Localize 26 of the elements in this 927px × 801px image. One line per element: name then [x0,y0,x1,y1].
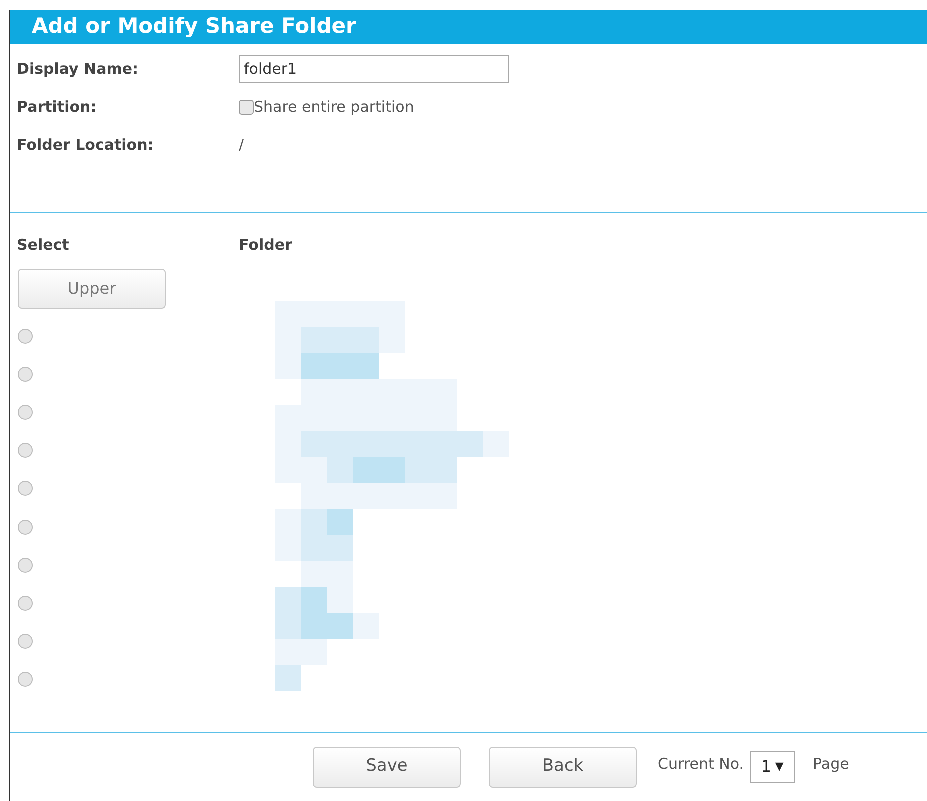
pager-label: Current No. [658,754,744,776]
radio-button[interactable] [18,596,33,611]
action-button[interactable]: Back [489,746,637,788]
field-label: Folder Location: [16,134,155,156]
radio-button[interactable] [18,443,33,458]
column-header: Folder [239,234,292,256]
page-suffix: Page [813,754,850,776]
page-title: Add or Modify Share Folder [32,13,356,40]
display-name-field[interactable]: folder1 [239,55,509,83]
action-button[interactable]: Save [313,746,461,788]
radio-button[interactable] [18,328,33,344]
radio-button[interactable] [18,634,33,650]
radio-button[interactable] [18,366,33,382]
upper-button[interactable]: Upper [18,269,166,309]
radio-button[interactable] [18,672,33,688]
checkbox-label: Share entire partition [254,96,414,118]
radio-button[interactable] [18,520,33,535]
radio-button[interactable] [18,558,33,573]
radio-button[interactable] [18,481,33,496]
folder-location-value: / [239,134,244,156]
checkbox[interactable] [239,100,254,114]
radio-button[interactable] [18,404,33,420]
page-select[interactable]: 1 ▼ [750,751,796,783]
column-header: Select [16,234,70,256]
field-label: Partition: [16,96,98,118]
field-label: Display Name: [16,58,140,80]
